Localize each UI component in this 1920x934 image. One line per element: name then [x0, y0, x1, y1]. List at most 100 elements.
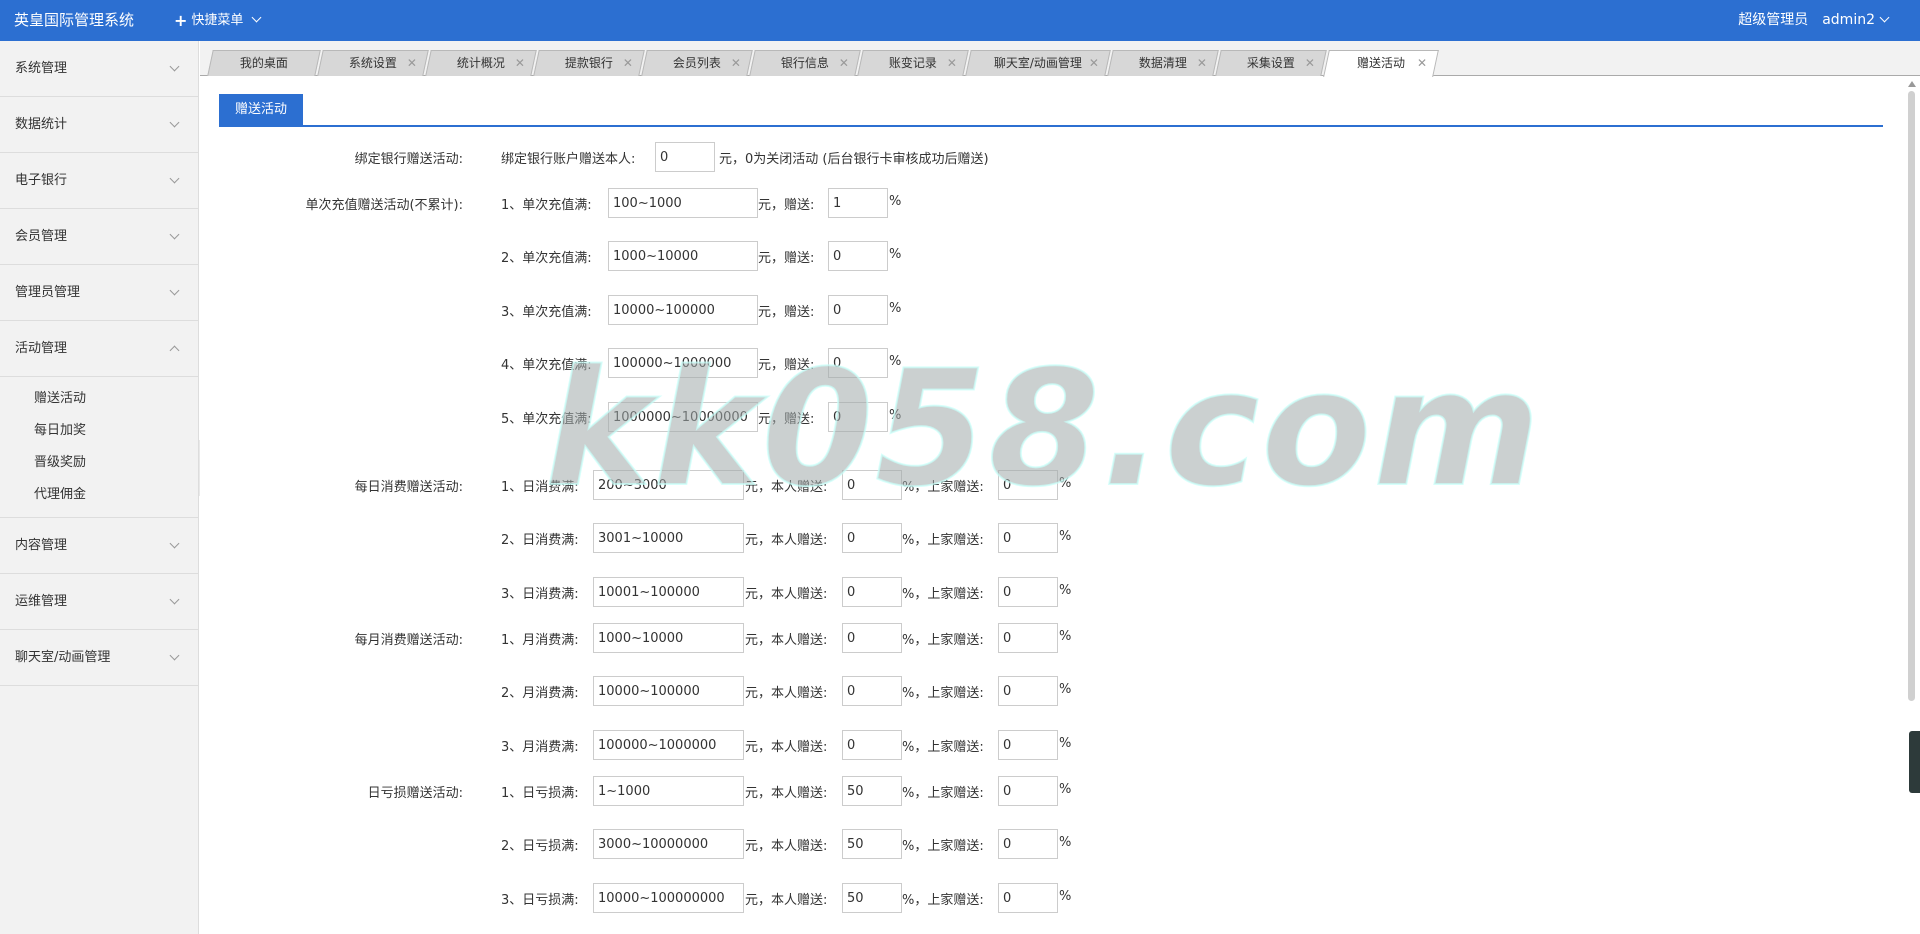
- parent-gift-pct-input[interactable]: [998, 523, 1058, 553]
- parent-gift-pct-input[interactable]: [998, 676, 1058, 706]
- close-icon[interactable]: ✕: [731, 51, 741, 76]
- single-recharge-range-input[interactable]: [608, 348, 758, 378]
- daily-consume-range-input[interactable]: [593, 577, 744, 607]
- self-gift-pct-input[interactable]: [842, 470, 902, 500]
- daily-loss-range-input[interactable]: [593, 776, 744, 806]
- username[interactable]: admin2: [1822, 0, 1890, 41]
- percent-unit: %: [1059, 682, 1072, 697]
- close-icon[interactable]: ✕: [407, 51, 417, 76]
- sidebar-group-chatroom[interactable]: 聊天室/动画管理: [0, 630, 198, 686]
- close-icon[interactable]: ✕: [1089, 51, 1099, 76]
- sidebar-group-ops[interactable]: 运维管理: [0, 574, 198, 630]
- close-icon[interactable]: ✕: [1417, 51, 1427, 76]
- quick-menu-label: 快捷菜单: [191, 13, 244, 28]
- scrollbar-thumb[interactable]: [1908, 91, 1915, 701]
- single-recharge-pct-input[interactable]: [828, 241, 888, 271]
- single-recharge-pct-input[interactable]: [828, 348, 888, 378]
- parent-gift-pct-input[interactable]: [998, 623, 1058, 653]
- self-gift-pct-input[interactable]: [842, 730, 902, 760]
- daily-loss-label: 日亏损赠送活动:: [367, 786, 463, 801]
- single-recharge-gift-label: 元，赠送:: [758, 305, 815, 320]
- monthly-consume-range-input[interactable]: [593, 676, 744, 706]
- single-recharge-pct-input[interactable]: [828, 295, 888, 325]
- scroll-up-arrow-icon[interactable]: [1908, 81, 1916, 87]
- chevron-down-icon: [251, 12, 262, 23]
- close-icon[interactable]: ✕: [947, 51, 957, 76]
- daily-consume-range-input[interactable]: [593, 470, 744, 500]
- monthly-consume-row-label: 2、月消费满:: [501, 686, 579, 701]
- monthly-consume-range-input[interactable]: [593, 623, 744, 653]
- monthly-consume-row-label: 3、月消费满:: [501, 740, 579, 755]
- tab-desktop[interactable]: 我的桌面: [207, 50, 321, 76]
- percent-unit: %: [889, 301, 902, 316]
- sidebar-group-ebank[interactable]: 电子银行: [0, 153, 198, 209]
- close-icon[interactable]: ✕: [1197, 51, 1207, 76]
- single-recharge-row-label: 4、单次充值满:: [501, 358, 592, 373]
- close-icon[interactable]: ✕: [515, 51, 525, 76]
- single-recharge-pct-input[interactable]: [828, 188, 888, 218]
- quick-menu-button[interactable]: + 快捷菜单: [174, 0, 262, 41]
- parent-gift-pct-input[interactable]: [998, 776, 1058, 806]
- self-gift-pct-input[interactable]: [842, 776, 902, 806]
- self-gift-label: 元，本人赠送:: [745, 686, 828, 701]
- sidebar-item-gift-activity[interactable]: 赠送活动: [0, 383, 198, 415]
- self-gift-pct-input[interactable]: [842, 577, 902, 607]
- parent-gift-pct-input[interactable]: [998, 470, 1058, 500]
- single-recharge-gift-label: 元，赠送:: [758, 251, 815, 266]
- bind-bank-amount-input[interactable]: [655, 142, 715, 172]
- monthly-consume-row-label: 1、月消费满:: [501, 633, 579, 648]
- close-icon[interactable]: ✕: [1305, 51, 1315, 76]
- percent-unit: %: [1059, 889, 1072, 904]
- single-recharge-range-input[interactable]: [608, 188, 758, 218]
- tab-stats-overview[interactable]: 统计概况 ✕: [425, 50, 537, 76]
- daily-consume-range-input[interactable]: [593, 523, 744, 553]
- percent-unit: %: [1059, 476, 1072, 491]
- tab-system-settings[interactable]: 系统设置 ✕: [317, 50, 429, 76]
- tab-withdraw-bank[interactable]: 提款银行 ✕: [533, 50, 645, 76]
- single-recharge-range-input[interactable]: [608, 241, 758, 271]
- sidebar-item-daily-bonus[interactable]: 每日加奖: [0, 415, 198, 447]
- sidebar-item-agent-commission[interactable]: 代理佣金: [0, 479, 198, 511]
- tab-bank-info[interactable]: 银行信息 ✕: [749, 50, 861, 76]
- tab-member-list[interactable]: 会员列表 ✕: [641, 50, 753, 76]
- self-gift-pct-input[interactable]: [842, 523, 902, 553]
- chevron-down-icon: [169, 61, 180, 72]
- sidebar-group-activities[interactable]: 活动管理: [0, 321, 198, 377]
- sidebar-group-stats[interactable]: 数据统计: [0, 97, 198, 153]
- single-recharge-range-input[interactable]: [608, 402, 758, 432]
- sidebar-item-promotion-reward[interactable]: 晋级奖励: [0, 447, 198, 479]
- tab-bar: 我的桌面 系统设置 ✕ 统计概况 ✕ 提款银行 ✕ 会员列表 ✕ 银行信息 ✕ 账变记录 ✕…: [200, 41, 1920, 77]
- single-recharge-range-input[interactable]: [608, 295, 758, 325]
- single-recharge-row-label: 3、单次充值满:: [501, 305, 592, 320]
- self-gift-pct-input[interactable]: [842, 829, 902, 859]
- floating-side-widget[interactable]: [1909, 731, 1920, 793]
- tab-collect-settings[interactable]: 采集设置 ✕: [1215, 50, 1327, 76]
- parent-gift-pct-input[interactable]: [998, 577, 1058, 607]
- vertical-scrollbar[interactable]: [1904, 77, 1920, 934]
- parent-gift-pct-input[interactable]: [998, 883, 1058, 913]
- daily-loss-range-input[interactable]: [593, 883, 744, 913]
- parent-gift-label: %，上家赠送:: [902, 786, 984, 801]
- sidebar-group-system[interactable]: 系统管理: [0, 41, 198, 97]
- sidebar-group-admins[interactable]: 管理员管理: [0, 265, 198, 321]
- self-gift-pct-input[interactable]: [842, 883, 902, 913]
- close-icon[interactable]: ✕: [839, 51, 849, 76]
- monthly-consume-label: 每月消费赠送活动:: [354, 633, 463, 648]
- parent-gift-pct-input[interactable]: [998, 730, 1058, 760]
- close-icon[interactable]: ✕: [623, 51, 633, 76]
- parent-gift-pct-input[interactable]: [998, 829, 1058, 859]
- sidebar-group-members[interactable]: 会员管理: [0, 209, 198, 265]
- daily-loss-range-input[interactable]: [593, 829, 744, 859]
- self-gift-pct-input[interactable]: [842, 623, 902, 653]
- self-gift-pct-input[interactable]: [842, 676, 902, 706]
- tab-chatroom[interactable]: 聊天室/动画管理 ✕: [965, 50, 1111, 76]
- user-menu[interactable]: 超级管理员 admin2: [1738, 0, 1890, 41]
- single-recharge-pct-input[interactable]: [828, 402, 888, 432]
- percent-unit: %: [1059, 782, 1072, 797]
- sidebar-group-content[interactable]: 内容管理: [0, 518, 198, 574]
- tab-data-cleanup[interactable]: 数据清理 ✕: [1107, 50, 1219, 76]
- tab-account-changes[interactable]: 账变记录 ✕: [857, 50, 969, 76]
- sidebar: 系统管理 数据统计 电子银行 会员管理 管理员管理 活动管理 赠送活动 每日加奖…: [0, 41, 199, 934]
- monthly-consume-range-input[interactable]: [593, 730, 744, 760]
- tab-gift-activity[interactable]: 赠送活动 ✕: [1323, 50, 1439, 77]
